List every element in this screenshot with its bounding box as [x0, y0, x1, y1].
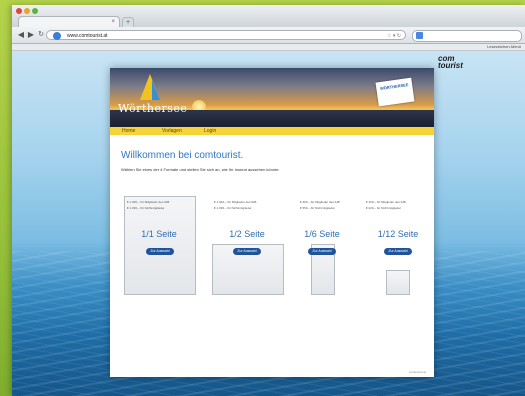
header-banner: Wörthersee WÖRTHERSEE [110, 68, 434, 127]
sail-logo-blue-icon [152, 80, 160, 100]
bookmark-star-icon[interactable]: ☆ ▾ ↻ [387, 31, 401, 41]
nav-vorlagen[interactable]: Vorlagen [162, 127, 182, 135]
browser-titlebar: × + [12, 5, 525, 28]
back-icon[interactable]: ◀ [16, 30, 26, 40]
format-preview-1-12[interactable] [386, 270, 410, 295]
main-nav: Home Vorlagen Login [110, 127, 434, 135]
intro-text: Wählen Sie eines der 4 Formate und stell… [121, 167, 280, 172]
page-title: Willkommen bei comtourist. [121, 150, 244, 161]
site-identity-icon [53, 32, 61, 40]
woerthersee-badge: WÖRTHERSEE [375, 77, 415, 107]
site-logo-text: Wörthersee [118, 102, 188, 115]
page-viewport: com tourist Wörthersee WÖRTHERSEE Home V… [12, 51, 525, 396]
format-label-1-6: 1/6 Seite [304, 229, 340, 239]
comtourist-logo: com tourist [438, 54, 463, 70]
select-format-1-1-button[interactable]: Zur Auswahl [146, 248, 174, 255]
select-format-1-2-button[interactable]: Zur Auswahl [233, 248, 261, 255]
select-format-1-12-button[interactable]: Zur Auswahl [384, 248, 412, 255]
format-price-1-1: € 1.330,– für Mitglieder des IHB € 1.330… [127, 200, 170, 210]
search-field[interactable] [412, 30, 522, 42]
bookmarks-menu[interactable]: Lesezeichen-Menü [487, 44, 521, 50]
browser-window: × + ◀ ▶ ↻ www.comtourist.at ☆ ▾ ↻ Leseze… [12, 5, 525, 396]
format-price-1-6: € 300,– für Mitglieder des IHB € 550,– f… [300, 200, 340, 210]
format-price-1-12: € 160,– für Mitglieder des IHB € 220,– f… [366, 200, 406, 210]
format-label-1-1: 1/1 Seite [141, 229, 177, 239]
minimize-window-button[interactable] [24, 8, 30, 14]
nav-login[interactable]: Login [204, 127, 216, 135]
format-price-1-2: € 1.ß10,– für Mitglieder des IHB € 1.330… [214, 200, 257, 210]
address-text: www.comtourist.at [67, 33, 108, 39]
reload-icon[interactable]: ↻ [36, 30, 46, 40]
search-engine-icon [416, 32, 423, 39]
zoom-window-button[interactable] [32, 8, 38, 14]
address-bar[interactable]: www.comtourist.at ☆ ▾ ↻ [46, 30, 406, 40]
format-label-1-12: 1/12 Seite [377, 229, 419, 239]
footer-link[interactable]: comtourist.at [409, 370, 426, 374]
content-card: Wörthersee WÖRTHERSEE Home Vorlagen Logi… [110, 68, 434, 377]
select-format-1-6-button[interactable]: Zur Auswahl [308, 248, 336, 255]
forward-icon[interactable]: ▶ [26, 30, 36, 40]
close-window-button[interactable] [16, 8, 22, 14]
nav-home[interactable]: Home [122, 127, 135, 135]
bookmarks-bar: Lesezeichen-Menü [12, 44, 525, 51]
format-label-1-2: 1/2 Seite [229, 229, 265, 239]
browser-toolbar: ◀ ▶ ↻ www.comtourist.at ☆ ▾ ↻ [12, 27, 525, 44]
